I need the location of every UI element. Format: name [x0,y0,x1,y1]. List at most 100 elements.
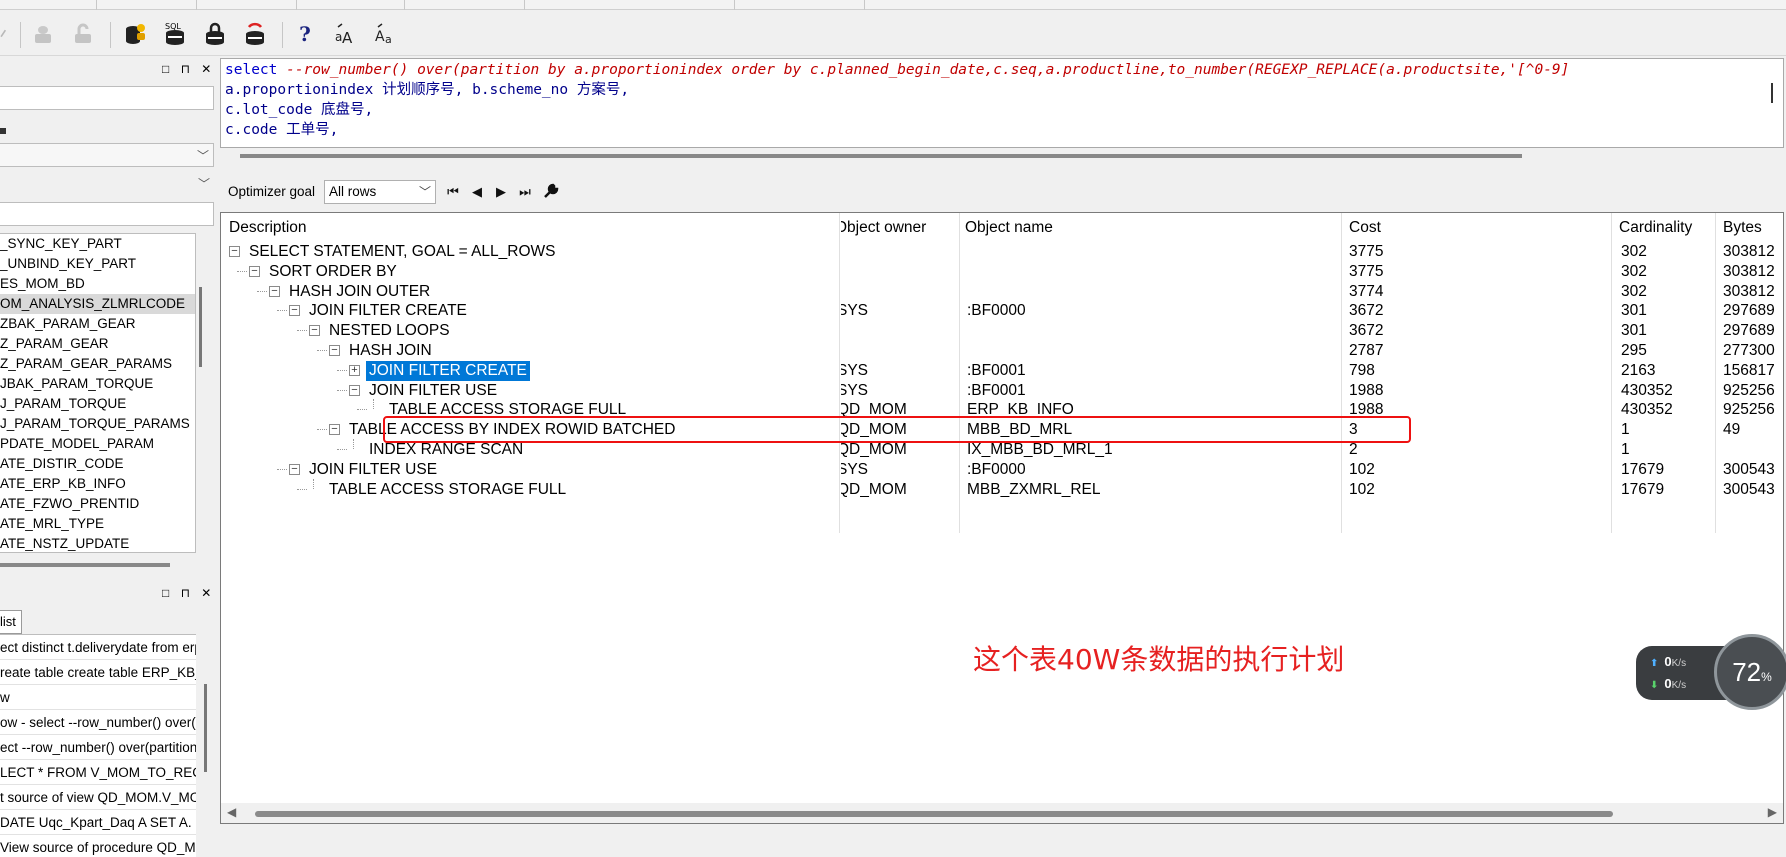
header-cost[interactable]: Cost [1349,219,1381,237]
plan-owner: SYS [837,460,869,478]
pane-controls[interactable]: □ ⊓ ✕ [162,62,215,76]
font-decrease-icon[interactable]: Aa [370,20,400,48]
history-item[interactable]: ect --row_number() over(partition b [0,735,196,760]
plan-bytes: 300543 [1723,460,1775,478]
header-bytes[interactable]: Bytes [1723,219,1762,237]
history-item[interactable]: LECT * FROM V_MOM_TO_REC [0,760,196,785]
collapse-icon[interactable]: − [289,305,300,317]
owner-combo[interactable]: ﹀ [0,172,214,196]
object-type-combo[interactable]: ﹀ [0,143,214,167]
last-record-icon[interactable]: ⏭ [516,182,534,202]
object-list-item[interactable]: JBAK_PARAM_TORQUE [0,374,195,394]
collapse-icon[interactable]: − [229,246,240,257]
expand-icon[interactable]: + [349,364,360,376]
object-list-item[interactable]: ATE_MRL_TYPE [0,514,195,534]
collapse-icon[interactable]: − [269,285,280,297]
plan-description: JOIN FILTER USE [369,381,498,399]
object-list-item[interactable]: ES_MOM_BD [0,274,195,294]
wrench-icon[interactable] [542,182,560,202]
cpu-gauge[interactable]: 72% [1714,634,1786,710]
collapse-icon[interactable]: − [249,265,260,277]
main-toolbar: SQL ? aA Aa [0,10,1786,56]
sql-hscrollbar[interactable] [240,154,1522,158]
header-owner[interactable]: Object owner [841,219,961,237]
object-list-item[interactable]: _SYNC_KEY_PART [0,234,195,254]
history-item[interactable]: ow - select --row_number() over(p [0,710,196,735]
object-list-item[interactable]: _UNBIND_KEY_PART [0,254,195,274]
prev-record-icon[interactable]: ◀ [468,182,486,202]
plan-row[interactable]: − NESTED LOOPS 3672 301 297689 [221,320,1783,342]
pane-controls[interactable]: □ ⊓ ✕ [162,586,215,600]
database-user-icon[interactable] [120,20,150,48]
object-list-item[interactable]: J_PARAM_TORQUE_PARAMS [0,414,195,434]
plan-row[interactable]: − SORT ORDER BY 3775 302 303812 [221,261,1783,283]
object-list-item[interactable]: J_PARAM_TORQUE [0,394,195,414]
collapse-icon[interactable]: − [289,463,300,475]
plan-row[interactable]: − JOIN FILTER CREATE SYS:BF0000 3672 301 2976… [221,300,1783,322]
grid-hscrollbar[interactable]: ◀ ▶ [221,803,1783,823]
history-list[interactable]: ect distinct t.deliverydate from erp reat… [0,634,196,857]
chevron-down-icon: ﹀ [196,149,209,163]
plan-object-name: :BF0001 [967,361,1026,379]
plan-cost: 798 [1349,361,1375,379]
optimizer-goal-label: Optimizer goal [228,184,316,199]
object-list-item[interactable]: ZBAK_PARAM_GEAR [0,314,195,334]
sql-line-2: a.proportionindex 计划顺序号, b.scheme_no 方案号… [225,82,630,98]
header-object-name[interactable]: Object name [965,219,1053,237]
object-list-item[interactable]: ATE_DISTIR_CODE [0,454,195,474]
history-list-tab[interactable]: list [0,610,22,634]
plan-bytes: 297689 [1723,322,1775,340]
lock-icon[interactable] [28,20,58,48]
object-list-hscrollbar[interactable] [0,563,170,567]
plan-row[interactable]: TABLE ACCESS STORAGE FULL QD_MOM MBB_ZXMRL… [221,478,1783,501]
collapse-icon[interactable]: − [349,384,360,396]
header-description[interactable]: Description [229,219,307,237]
header-cardinality[interactable]: Cardinality [1619,219,1692,237]
history-item[interactable]: DATE Uqc_Kpart_Daq A SET A. [0,810,196,835]
plan-description: JOIN FILTER USE [309,460,438,478]
object-list-item[interactable]: ATE_NSTZ_UPDATE [0,534,195,552]
object-list-item[interactable]: Z_PARAM_GEAR [0,334,195,354]
object-filter-field[interactable] [0,86,214,110]
history-item[interactable]: w [0,685,196,710]
sql-editor[interactable]: select --row_number() over(partition by … [220,58,1784,148]
object-list-item[interactable]: OM_ANALYSIS_ZLMRLCODE [0,294,195,314]
plan-row[interactable]: − JOIN FILTER USE SYS:BF0000 102 17679 300543 [221,459,1783,481]
collapse-icon[interactable]: − [329,424,340,436]
help-icon[interactable]: ? [290,20,320,48]
first-record-icon[interactable]: ⏮ [444,182,462,202]
plan-row[interactable]: + JOIN FILTER CREATE SYS:BF0001 798 2163 1568… [221,360,1783,382]
plan-cardinality: 295 [1621,342,1647,359]
collapse-icon[interactable]: − [309,325,320,337]
sql-scroll-indicator[interactable] [1771,83,1773,103]
plan-row[interactable]: − HASH JOIN OUTER 3774 302 303812 [221,281,1783,303]
font-increase-icon[interactable]: aA [330,20,360,48]
plan-bytes: 277300 [1723,342,1775,359]
plan-cardinality: 301 [1621,322,1647,340]
chevron-down-icon: ﹀ [418,185,431,199]
history-item[interactable]: ect distinct t.deliverydate from erp [0,635,196,660]
object-list-item[interactable]: ATE_FZWO_PRENTID [0,494,195,514]
plan-row[interactable]: − SELECT STATEMENT, GOAL = ALL_ROWS 3775 30… [221,241,1783,263]
object-search-field[interactable] [0,202,214,226]
object-list-item[interactable]: Z_PARAM_GEAR_PARAMS [0,354,195,374]
refresh-db-icon[interactable] [240,20,270,48]
history-item[interactable]: t source of view QD_MOM.V_MO [0,785,196,810]
sql-database-icon[interactable]: SQL [160,20,190,48]
explain-plan-grid[interactable]: Description Object owner Object name Cos… [220,212,1784,824]
history-item[interactable]: View source of procedure QD_M [0,835,196,857]
object-list-item[interactable]: PDATE_MODEL_PARAM [0,434,195,454]
history-item[interactable]: reate table create table ERP_KB_ [0,660,196,685]
history-scrollbar[interactable] [204,684,207,772]
plan-row[interactable]: − JOIN FILTER USE SYS:BF0001 1988 430352 9252… [221,380,1783,402]
object-list-scrollbar[interactable] [196,233,206,553]
plan-row[interactable]: − HASH JOIN 2787 295 277300 [221,340,1783,362]
svg-text:a: a [385,33,392,46]
object-list[interactable]: _SYNC_KEY_PART _UNBIND_KEY_PART ES_MOM_BD O… [0,233,196,553]
object-list-item[interactable]: ATE_ERP_KB_INFO [0,474,195,494]
next-record-icon[interactable]: ▶ [492,182,510,202]
optimizer-goal-select[interactable]: All rows ﹀ [324,180,436,204]
lock-db-icon[interactable] [200,20,230,48]
unlock-icon[interactable] [68,20,98,48]
collapse-icon[interactable]: − [329,345,340,356]
